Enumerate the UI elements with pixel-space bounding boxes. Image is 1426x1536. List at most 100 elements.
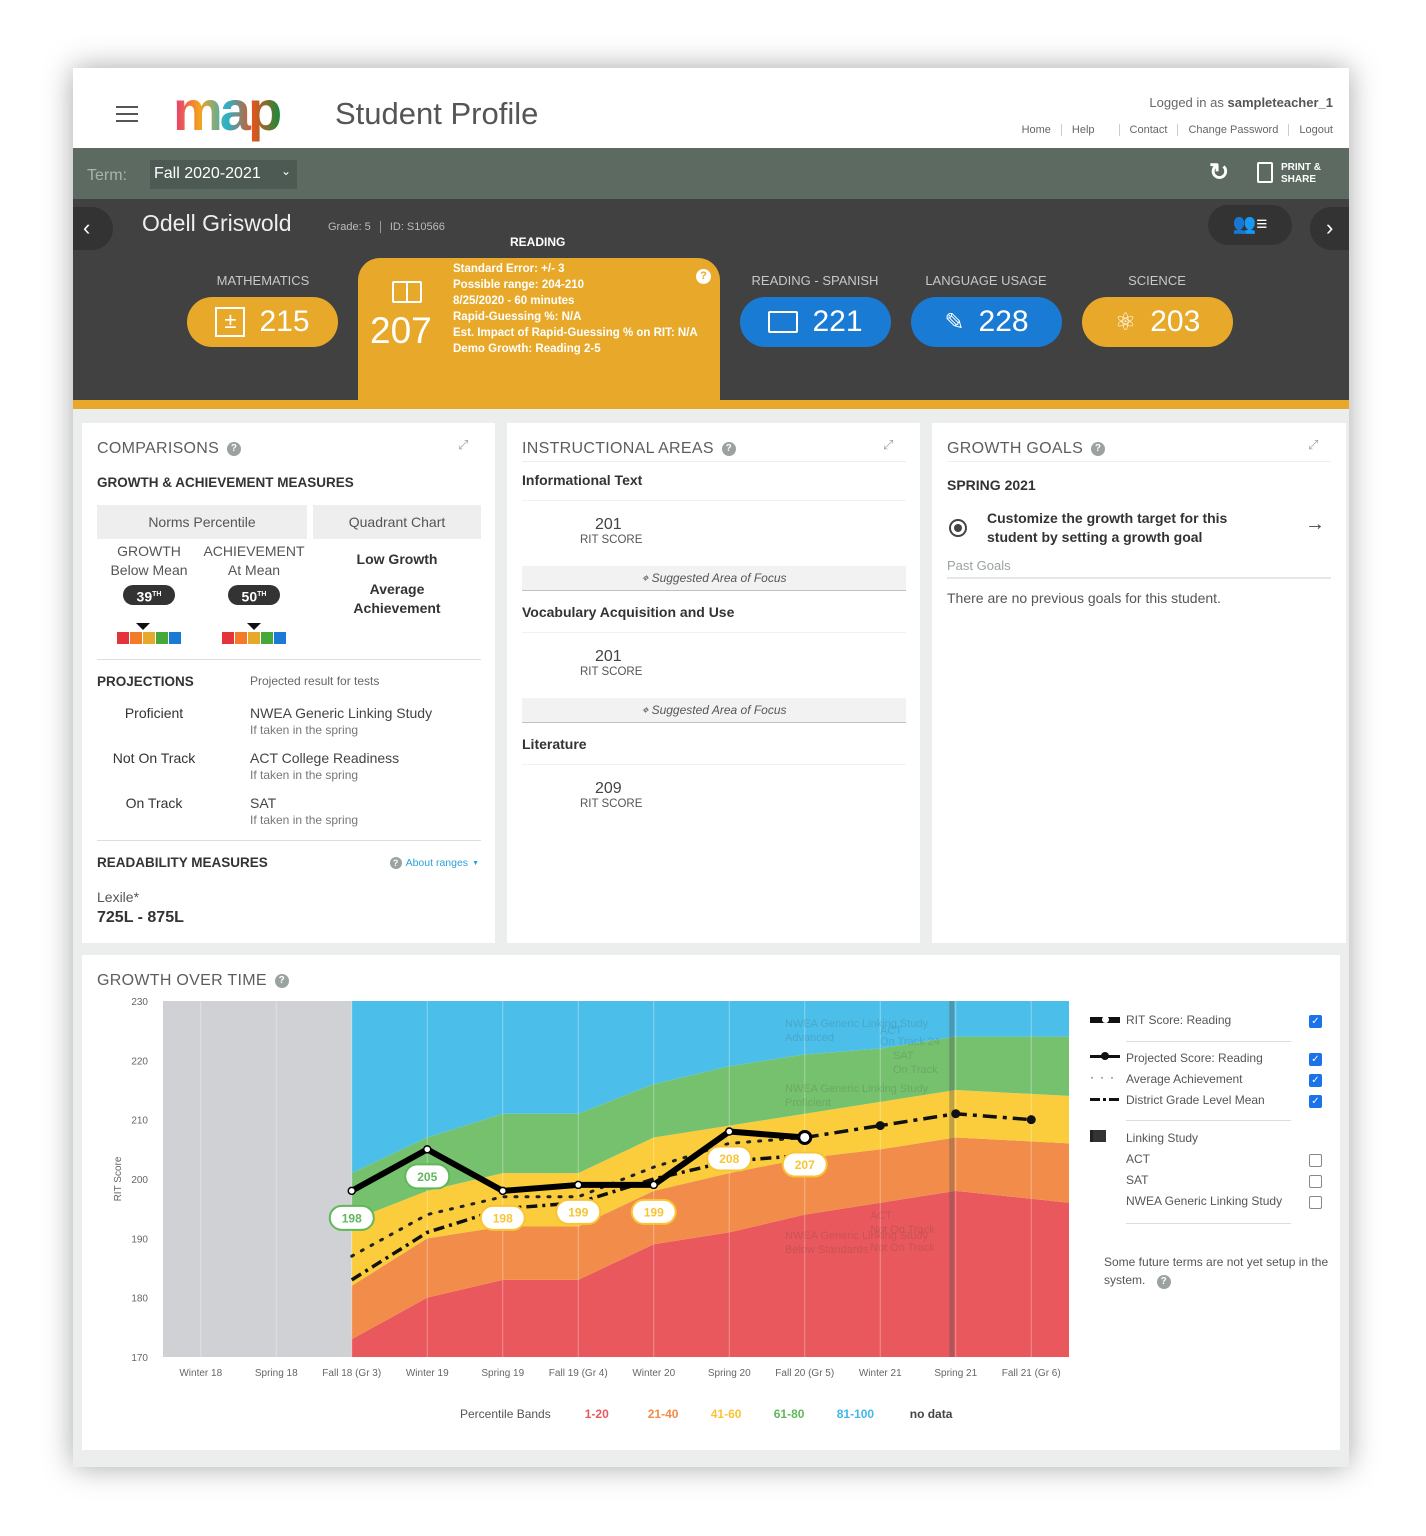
band-legend-item: 21-40 xyxy=(647,1407,679,1421)
ordinal-suffix: TH xyxy=(257,591,267,598)
divider xyxy=(97,840,481,841)
growth-goals-panel: GROWTH GOALS? ⤢ SPRING 2021 Customize th… xyxy=(932,423,1346,943)
subject-score-mathematics: 215 xyxy=(259,305,310,338)
refresh-icon[interactable]: ↻ xyxy=(1209,158,1229,187)
rapid-guessing: Rapid-Guessing %: N/A xyxy=(453,311,582,323)
projection-test: NWEA Generic Linking Study xyxy=(250,705,433,721)
x-tick-label: Winter 21 xyxy=(859,1368,902,1379)
lexile-label: Lexile* xyxy=(97,889,140,905)
student-name: Odell Griswold xyxy=(142,210,292,236)
divider xyxy=(522,461,906,462)
about-ranges-link[interactable]: ? About ranges ▼ xyxy=(389,857,479,869)
expand-icon[interactable]: ⤢ xyxy=(1308,437,1318,453)
nav-contact-link[interactable]: Contact xyxy=(1120,124,1179,136)
page-title: Student Profile xyxy=(335,96,539,131)
student-banner: ‹ Odell Griswold Grade: 5 ID: S10566 👥≡ ›… xyxy=(73,199,1349,400)
demo-growth: Demo Growth: Reading 2-5 xyxy=(453,343,601,355)
divider xyxy=(947,461,1331,462)
subject-label-mathematics: MATHEMATICS xyxy=(216,273,310,288)
next-student-button[interactable]: › xyxy=(1310,207,1349,250)
subject-mathematics-button[interactable]: ± 215 xyxy=(187,297,338,347)
area-name: Informational Text xyxy=(522,472,643,488)
area-score-label: RIT SCORE xyxy=(580,534,643,546)
test-date-duration: 8/25/2020 - 60 minutes xyxy=(453,295,575,307)
band-legend-item: 41-60 xyxy=(710,1407,742,1421)
help-icon[interactable]: ? xyxy=(1091,442,1106,456)
subject-reading-label: READING xyxy=(510,235,566,249)
legend-nwea-label: NWEA Generic Linking Study xyxy=(1126,1194,1283,1208)
rit-score-checkbox[interactable]: ✓ xyxy=(1309,1015,1322,1028)
x-tick-label: Winter 19 xyxy=(406,1368,449,1379)
nwea-linking-checkbox[interactable] xyxy=(1309,1196,1322,1209)
future-terms-text: Some future terms are not yet setup in t… xyxy=(1104,1255,1329,1287)
header: map Student Profile Logged in as samplet… xyxy=(73,68,1349,148)
map-logo: map xyxy=(173,86,283,142)
legend-linking-label: Linking Study xyxy=(1126,1131,1199,1145)
roster-button[interactable]: 👥≡ xyxy=(1208,205,1292,245)
projected-score-point xyxy=(1026,1115,1036,1125)
district-mean-checkbox[interactable]: ✓ xyxy=(1309,1095,1322,1108)
sat-checkbox[interactable] xyxy=(1309,1175,1322,1188)
nav-change-password-link[interactable]: Change Password xyxy=(1178,124,1290,136)
growth-measure: GROWTH Below Mean 39TH xyxy=(97,542,201,605)
projection-note: If taken in the spring xyxy=(250,723,359,737)
area-name: Literature xyxy=(522,736,587,752)
average-achievement-checkbox[interactable]: ✓ xyxy=(1309,1074,1322,1087)
linking-study-annotation: On Track xyxy=(893,1064,938,1076)
print-icon xyxy=(1257,162,1273,183)
student-grade: Grade: 5 xyxy=(328,221,381,233)
lexile-range: 725L - 875L xyxy=(97,909,184,926)
rit-score-point xyxy=(423,1145,432,1154)
projected-score-checkbox[interactable]: ✓ xyxy=(1309,1053,1322,1066)
expand-icon[interactable]: ⤢ xyxy=(883,437,893,453)
ordinal-suffix: TH xyxy=(152,591,162,598)
help-icon[interactable]: ? xyxy=(227,442,242,456)
x-tick-label: Spring 18 xyxy=(255,1368,298,1379)
projections-heading: PROJECTIONS xyxy=(97,674,194,689)
help-icon[interactable]: ? xyxy=(1156,1275,1171,1289)
tab-norms-percentile[interactable]: Norms Percentile xyxy=(97,505,307,539)
expand-icon[interactable]: ⤢ xyxy=(458,437,468,453)
hamburger-menu-icon[interactable] xyxy=(116,106,138,122)
active-subject-strip xyxy=(73,400,1349,409)
legend-avg-swatch: ··· xyxy=(1090,1070,1120,1084)
help-icon[interactable]: ? xyxy=(721,442,736,456)
act-checkbox[interactable] xyxy=(1309,1154,1322,1167)
suggested-focus-banner: ⌖ Suggested Area of Focus xyxy=(522,566,906,591)
area-score: 209 xyxy=(595,780,622,797)
rit-score-label: 199 xyxy=(568,1205,588,1219)
projection-test: SAT xyxy=(250,795,277,811)
logged-in-prefix: Logged in as xyxy=(1149,95,1224,110)
nav-home-link[interactable]: Home xyxy=(1012,124,1062,136)
nav-logout-link[interactable]: Logout xyxy=(1289,124,1333,136)
linking-study-annotation: On Track 24 xyxy=(880,1036,940,1048)
username: sampleteacher_1 xyxy=(1227,95,1333,110)
bands-legend-title: Percentile Bands xyxy=(460,1407,551,1421)
nav-help-link[interactable]: Help xyxy=(1062,124,1120,136)
subject-reading-spanish-button[interactable]: 221 xyxy=(740,297,891,347)
instructional-area-item: Informational Text 201 RIT SCORE ⌖ Sugge… xyxy=(522,472,906,591)
rit-score-point xyxy=(574,1180,583,1190)
help-icon[interactable]: ? xyxy=(274,974,289,988)
help-icon[interactable]: ? xyxy=(696,269,711,284)
term-select[interactable]: Fall 2020-2021 ⌄ xyxy=(150,160,297,189)
set-growth-goal-button[interactable]: Customize the growth target for this stu… xyxy=(947,509,1331,549)
book-icon xyxy=(768,311,799,333)
future-terms-note: Some future terms are not yet setup in t… xyxy=(1104,1253,1329,1289)
print-share-button[interactable]: PRINT & SHARE xyxy=(1257,162,1321,186)
growth-percentile: 39 xyxy=(136,588,153,605)
subject-science-button[interactable]: ⚛ 203 xyxy=(1082,297,1233,347)
tab-quadrant-chart[interactable]: Quadrant Chart xyxy=(313,505,481,539)
rit-score-point xyxy=(347,1186,356,1196)
x-tick-label: Winter 18 xyxy=(179,1368,222,1379)
share-label: SHARE xyxy=(1281,174,1317,185)
goals-title: GROWTH GOALS xyxy=(947,440,1084,457)
instructional-title: INSTRUCTIONAL AREAS xyxy=(522,440,714,457)
book-icon xyxy=(392,281,422,303)
subject-reading-tab[interactable]: 207 Standard Error: +/- 3 Possible range… xyxy=(358,258,720,400)
x-tick-label: Fall 20 (Gr 5) xyxy=(775,1368,834,1379)
flag-icon xyxy=(1090,1130,1106,1142)
subject-language-usage-button[interactable]: ✎ 228 xyxy=(911,297,1062,347)
previous-student-button[interactable]: ‹ xyxy=(73,207,113,250)
linking-study-annotation: NWEA Generic Linking Study xyxy=(785,1018,929,1030)
